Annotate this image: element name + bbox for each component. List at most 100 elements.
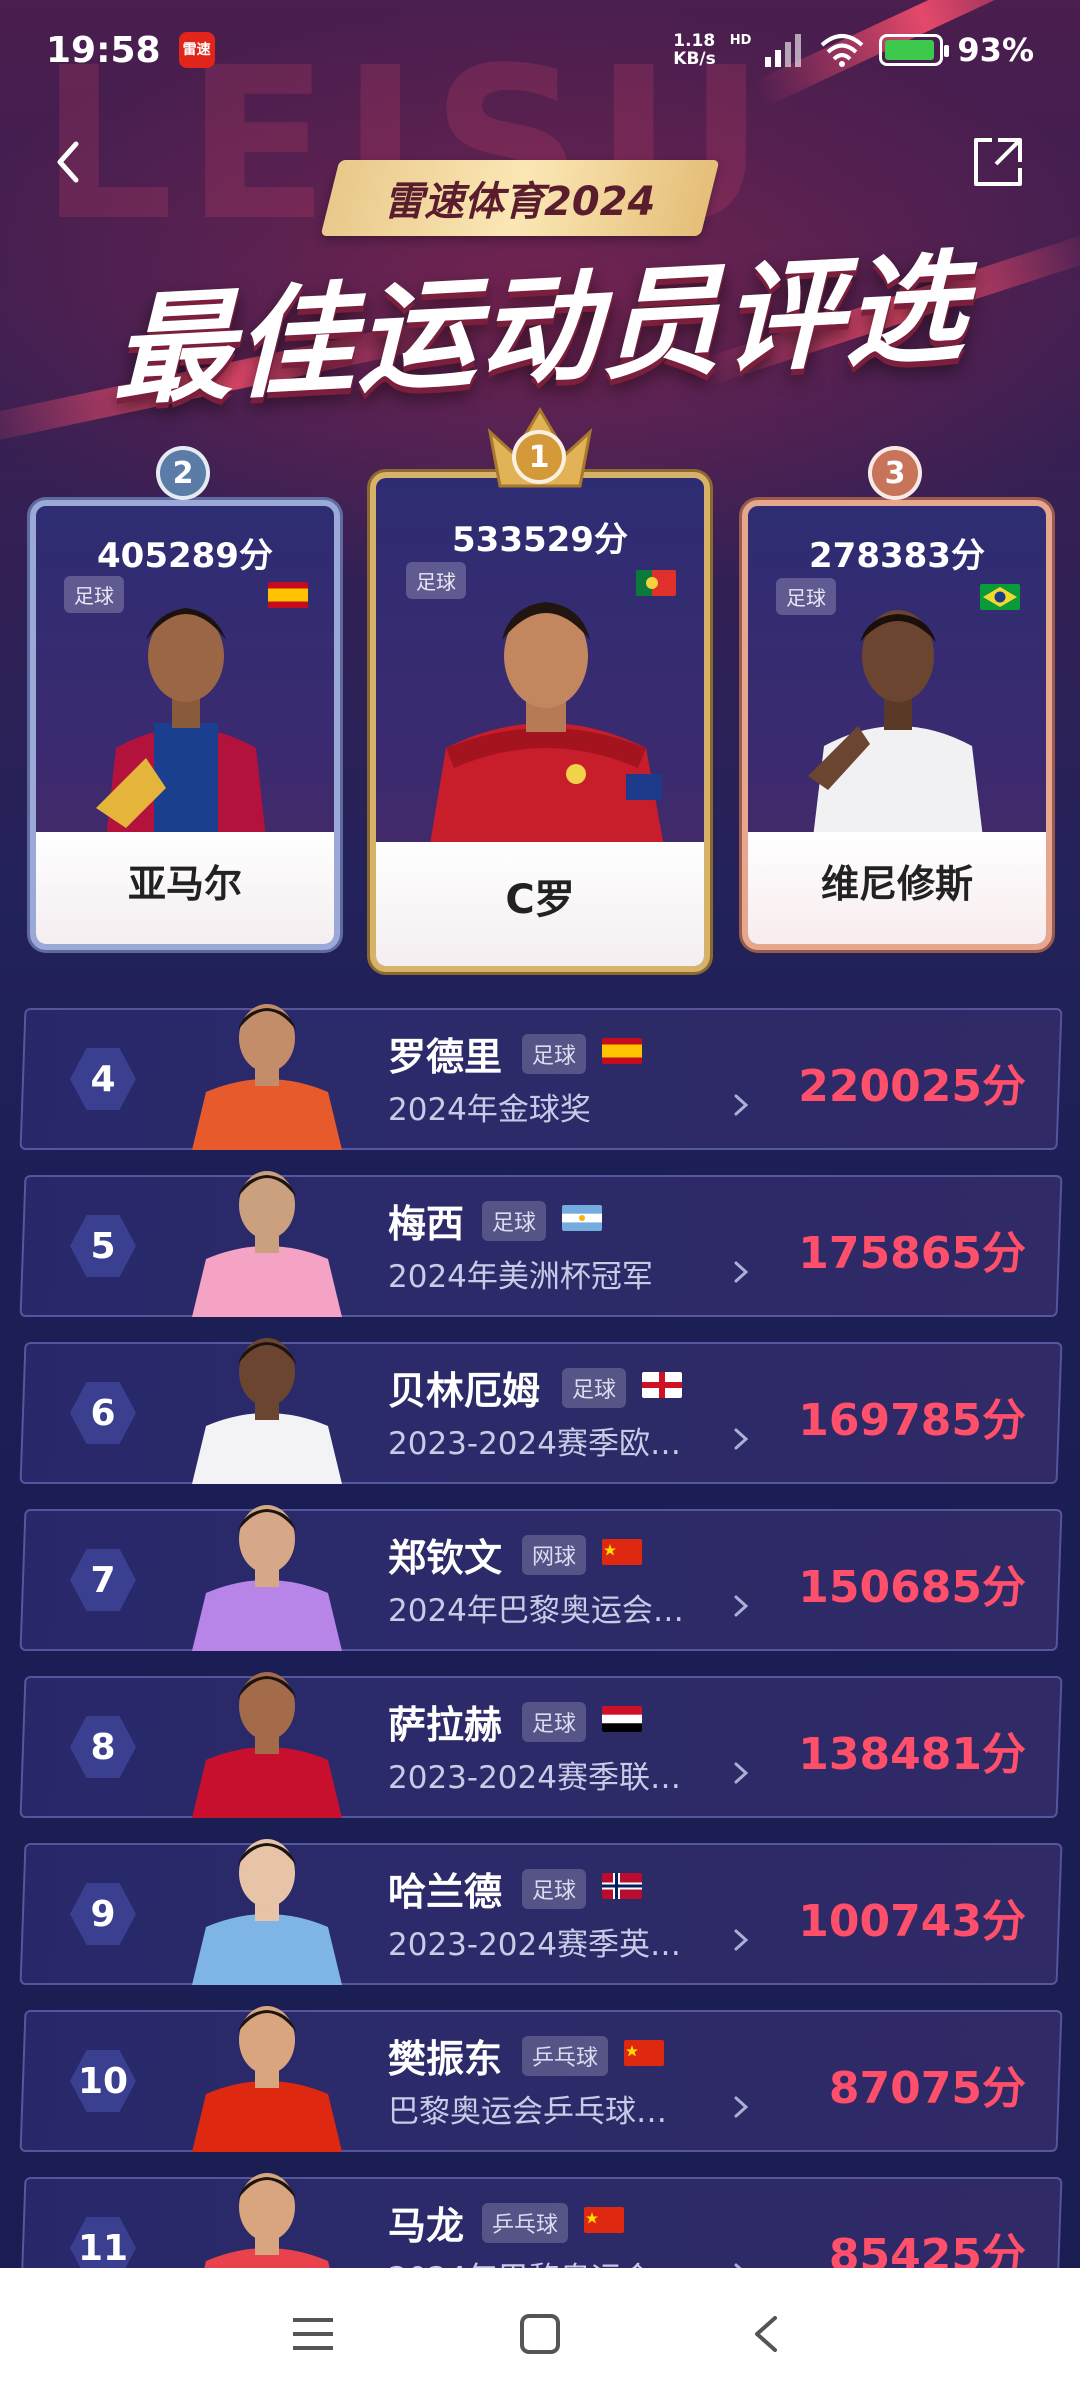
player-honor: 巴黎奥运会乒乓球… (388, 2094, 667, 2130)
argentina-flag-icon (562, 1205, 602, 1231)
player-score: 138481分 (798, 1729, 1026, 1780)
chevron-right-icon (734, 2096, 749, 2118)
chevron-right-icon (734, 1261, 749, 1283)
player-score: 100743分 (798, 1896, 1026, 1947)
back-button[interactable] (40, 132, 100, 192)
player-honor: 2024年巴黎奥运会… (388, 1593, 684, 1629)
ranking-row[interactable]: 8 萨拉赫 足球 2023-2024赛季联… 138481分 (19, 1672, 1063, 1818)
status-indicators: 1.18 KB/s HD 93% (673, 31, 1034, 69)
chevron-right-icon (734, 2263, 742, 2268)
battery-percent: 93% (957, 31, 1034, 69)
menu-icon (293, 2318, 334, 2350)
sport-tag: 网球 (522, 1535, 587, 1575)
podium-card-3[interactable]: 278383分 足球 维尼修斯 (742, 500, 1052, 950)
player-photo-yamal (96, 608, 266, 838)
app-notification-icon: 雷速 (178, 32, 215, 68)
ranking-row[interactable]: 10 樊振东 乒乓球 巴黎奥运会乒乓球… 87075分 (19, 2006, 1063, 2152)
silver-medal-badge: 2 (156, 446, 210, 500)
player-avatar (192, 2006, 342, 2152)
podium-card-2[interactable]: 405289分 足球 亚马尔 (30, 500, 340, 950)
home-button[interactable] (510, 2304, 570, 2364)
player-score: 175865分 (798, 1228, 1026, 1279)
player-honor: 2023-2024赛季联… (388, 1760, 681, 1796)
podium-score: 278383分 (809, 536, 985, 576)
spain-flag-icon (602, 1038, 642, 1064)
recent-apps-button[interactable] (283, 2304, 343, 2364)
player-avatar (192, 1171, 342, 1317)
player-honor: 2023-2024赛季欧… (388, 1426, 681, 1462)
network-speed-unit: KB/s (673, 49, 716, 69)
battery-level-fill (885, 40, 934, 60)
sport-tag: 乒乓球 (482, 2203, 569, 2243)
podium-score: 405289分 (97, 536, 273, 576)
player-score: 169785分 (798, 1395, 1026, 1446)
player-avatar (204, 2173, 330, 2268)
podium-name: 亚马尔 (36, 832, 334, 944)
ranking-row[interactable]: 9 哈兰德 足球 2023-2024赛季英… 100743分 (19, 1839, 1063, 1985)
player-name: 梅西 (388, 1202, 465, 1246)
chevron-right-icon (734, 1762, 749, 1784)
chevron-right-icon (734, 1595, 749, 1617)
player-score: 85425分 (828, 2230, 1026, 2268)
chevron-right-icon (734, 1929, 749, 1951)
back-triangle-icon (754, 2316, 777, 2352)
china-flag-icon (624, 2040, 664, 2066)
signal-icon (765, 34, 802, 67)
player-avatar (192, 1672, 342, 1818)
ranking-row[interactable]: 7 郑钦文 网球 2024年巴黎奥运会… 150685分 (19, 1505, 1063, 1651)
podium-name: 维尼修斯 (748, 832, 1046, 944)
player-photo-vinicius (808, 610, 984, 846)
podium-name: C罗 (376, 842, 704, 966)
player-honor: 2024年金球奖 (388, 1092, 591, 1128)
player-photo-ronaldo (426, 602, 668, 868)
system-back-button[interactable] (737, 2304, 797, 2364)
chevron-right-icon (734, 1094, 749, 1116)
ranking-row[interactable]: 6 贝林厄姆 足球 2023-2024赛季欧… 169785分 (19, 1338, 1063, 1484)
event-label: 雷速体育2024 (384, 179, 656, 225)
app-screen: LEISU 19:58 雷速 1.18 KB/s HD 93% 雷速体育2024… (0, 0, 1080, 2268)
player-name: 哈兰德 (388, 1870, 503, 1914)
player-score: 150685分 (798, 1562, 1026, 1613)
battery-icon (879, 34, 950, 66)
player-name: 罗德里 (388, 1035, 503, 1079)
podium-card-1[interactable]: 533529分 足球 C罗 (370, 472, 710, 972)
player-name: 贝林厄姆 (388, 1369, 541, 1413)
norway-flag-icon (602, 1873, 642, 1899)
player-avatar (192, 1505, 342, 1651)
gold-medal-badge: 1 (512, 430, 566, 484)
status-time: 19:58 (46, 29, 161, 71)
player-name: 萨拉赫 (388, 1703, 503, 1747)
sport-tag: 足球 (522, 1869, 587, 1909)
player-honor: 2024年巴黎奥运会… (388, 2253, 708, 2268)
player-avatar (192, 1338, 342, 1484)
status-bar: 19:58 雷速 1.18 KB/s HD 93% (0, 0, 1080, 100)
player-honor: 2023-2024赛季英… (388, 1927, 681, 1963)
wifi-icon (821, 34, 864, 67)
podium-score: 533529分 (452, 520, 628, 560)
ranking-row[interactable]: 11 马龙 乒乓球 2024年巴黎奥运会… 85425分 (19, 2173, 1063, 2268)
player-score: 87075分 (828, 2063, 1026, 2114)
event-ribbon: 雷速体育2024 (320, 160, 720, 236)
ranking-row[interactable]: 5 梅西 足球 2024年美洲杯冠军 175865分 (19, 1171, 1063, 1317)
sport-tag: 足球 (562, 1368, 627, 1408)
player-name: 樊振东 (388, 2037, 503, 2081)
share-button[interactable] (968, 132, 1028, 192)
network-speed: 1.18 KB/s (673, 32, 715, 68)
system-navigation-bar (0, 2268, 1080, 2400)
player-score: 220025分 (798, 1061, 1026, 1112)
chevron-right-icon (734, 1428, 749, 1450)
ranking-row[interactable]: 4 罗德里 足球 2024年金球奖 220025分 (19, 1004, 1063, 1150)
hd-badge: HD (729, 33, 752, 48)
player-avatar (192, 1004, 342, 1150)
england-flag-icon (642, 1372, 682, 1398)
share-external-icon (974, 138, 1022, 186)
china-flag-icon (602, 1539, 642, 1565)
sport-tag: 乒乓球 (522, 2036, 609, 2076)
sport-tag: 足球 (482, 1201, 547, 1241)
player-name: 郑钦文 (388, 1536, 503, 1580)
home-square-icon (519, 2314, 560, 2354)
chevron-left-icon (57, 141, 79, 183)
sport-tag: 足球 (522, 1702, 587, 1742)
player-avatar (192, 1839, 342, 1985)
player-honor: 2024年美洲杯冠军 (388, 1259, 653, 1295)
